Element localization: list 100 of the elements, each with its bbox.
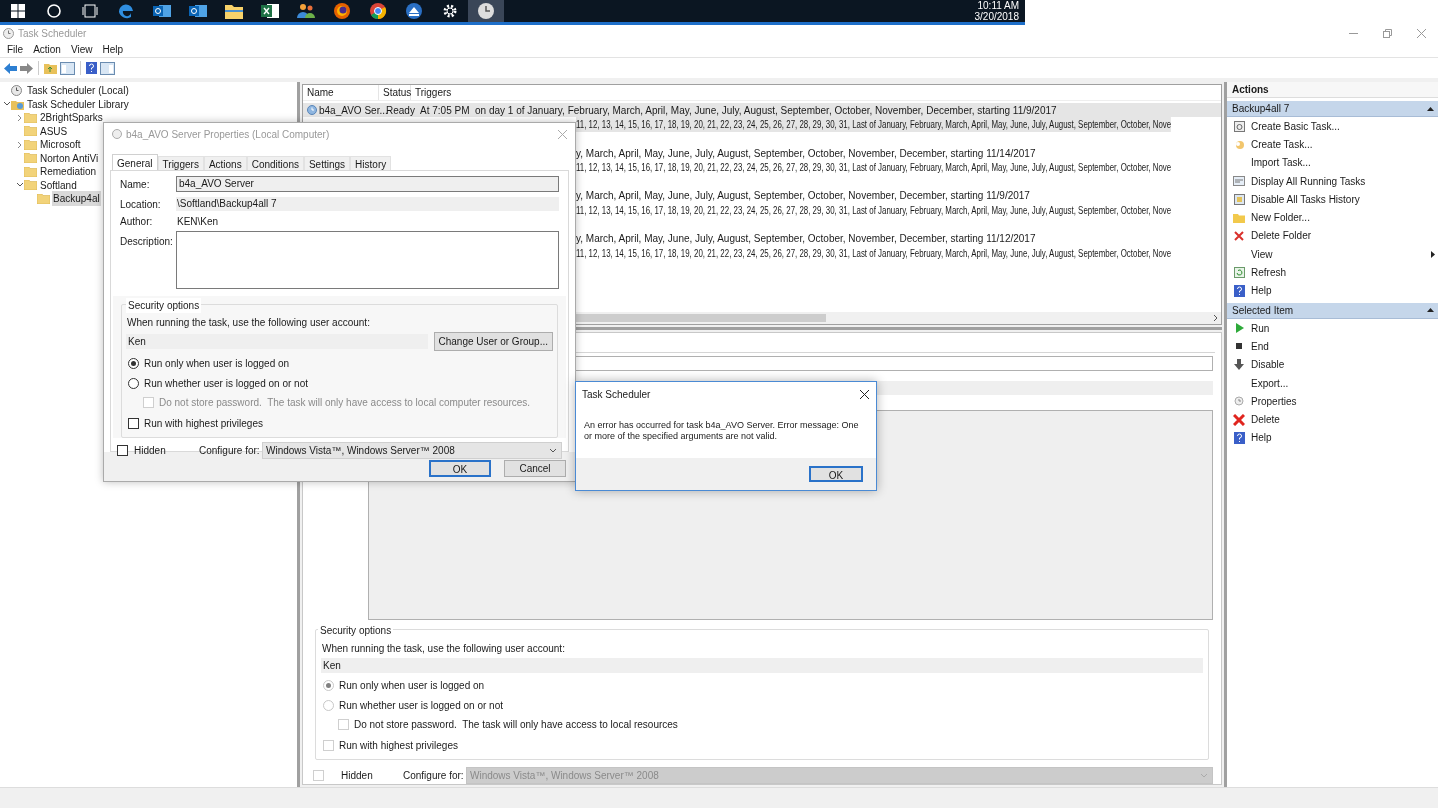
folder-up-icon[interactable] xyxy=(44,62,57,74)
tab[interactable]: Triggers xyxy=(157,156,204,170)
tab[interactable]: General xyxy=(112,154,158,170)
back-arrow-icon[interactable] xyxy=(4,62,17,74)
chevron-down-icon[interactable] xyxy=(15,182,24,189)
chevron-right-icon[interactable] xyxy=(16,113,23,122)
menu-bar-entry[interactable]: Help xyxy=(98,42,127,57)
task-trigger: 11, 12, 13, 14, 15, 16, 17, 18, 19, 20, 21, 22, 23, 24, 25, 26, 27, 28, 29, 30, 31, Last of January, February, March, April, May, June, July, August, September, October, Nove xyxy=(576,246,1172,261)
help-icon xyxy=(1233,284,1245,297)
window-title: Task Scheduler xyxy=(18,27,87,41)
radio-button[interactable] xyxy=(128,358,139,369)
task-command-link[interactable]: Properties xyxy=(1251,393,1297,409)
tab[interactable]: Conditions xyxy=(246,156,304,170)
group-title: Security options xyxy=(126,298,202,313)
checkbox[interactable] xyxy=(117,445,128,456)
scroll-right-icon[interactable] xyxy=(1213,314,1218,323)
account-prompt: When running the task, use the following user account: xyxy=(322,642,566,656)
column-header[interactable]: Status xyxy=(379,85,411,100)
task-command-link[interactable]: Delete xyxy=(1251,412,1280,428)
checkbox[interactable] xyxy=(128,418,139,429)
folder-icon xyxy=(24,139,37,150)
dialog-title: Task Scheduler xyxy=(582,387,651,402)
menu-bar-entry[interactable]: Action xyxy=(29,42,65,57)
task-command-link[interactable]: Display All Running Tasks xyxy=(1251,173,1366,189)
dialog-button[interactable]: OK xyxy=(429,459,491,477)
panel-icon[interactable] xyxy=(60,61,75,75)
scrollbar-thumb[interactable] xyxy=(576,314,826,323)
collapse-icon[interactable] xyxy=(1427,308,1434,313)
task-command-link[interactable]: End xyxy=(1251,338,1269,354)
clock-time: 10:11 AM xyxy=(977,0,1019,11)
author-value: KEN\Ken xyxy=(176,214,219,229)
tree-item[interactable]: ASUS xyxy=(39,123,69,139)
task-trigger: y, March, April, May, June, July, August, September, October, November, December, starting 11/9/2017 xyxy=(576,189,1030,204)
collapse-icon[interactable] xyxy=(1427,106,1434,111)
help-icon[interactable] xyxy=(86,62,97,74)
document-icon xyxy=(1233,193,1245,205)
checkbox-label: Do not store password. The task will only have access to local computer resources. xyxy=(159,396,531,410)
group-title: Security options xyxy=(318,623,394,638)
delete-icon xyxy=(1234,230,1244,241)
tree-item[interactable]: Task Scheduler Library xyxy=(26,96,130,112)
folder-icon xyxy=(1233,212,1245,223)
task-command-link[interactable]: Help xyxy=(1251,430,1272,446)
tree-item[interactable]: Task Scheduler (Local) xyxy=(26,83,130,99)
down-arrow-icon xyxy=(1234,359,1244,371)
task-command-link[interactable]: Delete Folder xyxy=(1251,228,1312,244)
configure-dropdown[interactable]: Windows Vista™, Windows Server™ 2008 xyxy=(262,442,562,459)
clock-date: 3/20/2018 xyxy=(974,11,1019,22)
task-trigger: y, March, April, May, June, July, August, September, October, November, December, starting 11/14/2017 xyxy=(576,146,1036,161)
chevron-right-icon[interactable] xyxy=(16,140,23,149)
task-command-link[interactable]: Import Task... xyxy=(1251,155,1311,171)
menu-bar-entry[interactable]: File xyxy=(3,42,28,57)
field-label: Configure for: xyxy=(403,769,465,783)
description-field[interactable] xyxy=(176,231,559,289)
chevron-down-icon[interactable] xyxy=(2,101,11,108)
column-header[interactable]: Triggers xyxy=(411,85,1221,100)
column-header[interactable]: Name xyxy=(303,85,379,100)
chevron-down-icon xyxy=(549,448,557,453)
task-command-link[interactable]: Help xyxy=(1251,283,1272,299)
change-user-button[interactable]: Change User or Group... xyxy=(433,332,553,351)
radio-button[interactable] xyxy=(128,378,139,389)
task-row[interactable]: b4a_AVO Ser...Ready At 7:05 PM on day 1 of January, February, March, April, May, June, July, August, September, October, November, December, starting 11/9/2017 xyxy=(303,103,1221,118)
task-trigger: 11, 12, 13, 14, 15, 16, 17, 18, 19, 20, 21, 22, 23, 24, 25, 26, 27, 28, 29, 30, 31, Last of January, February, March, April, May, June, July, August, September, October, Nove xyxy=(576,160,1172,175)
tree-item[interactable]: 2BrightSparks xyxy=(39,110,104,126)
task-command-link[interactable]: Disable All Tasks History xyxy=(1251,191,1360,207)
close-icon[interactable] xyxy=(860,389,869,399)
field-label: Configure for: xyxy=(199,444,261,458)
radio-label: Run whether user is logged on or not xyxy=(339,699,503,713)
folder-icon xyxy=(24,180,37,191)
panel-header: Actions xyxy=(1227,82,1438,98)
tree-item[interactable]: Backup4al xyxy=(52,191,101,207)
panel-icon[interactable] xyxy=(100,61,115,75)
task-command-link[interactable]: View xyxy=(1251,246,1273,262)
tree-item[interactable]: Norton AntiVi xyxy=(39,150,100,166)
tab[interactable]: Actions xyxy=(203,156,247,170)
task-command-link[interactable]: Create Task... xyxy=(1251,136,1313,152)
task-command-link[interactable]: Disable xyxy=(1251,357,1285,373)
section-header[interactable]: Selected Item xyxy=(1227,302,1438,319)
radio-label: Run whether user is logged on or not xyxy=(144,377,308,391)
task-command-link[interactable]: Export... xyxy=(1251,375,1289,391)
menu-bar-entry[interactable]: View xyxy=(66,42,97,57)
task-command-link[interactable]: New Folder... xyxy=(1251,210,1310,226)
name-field[interactable]: b4a_AVO Server xyxy=(176,176,559,192)
window-list-icon xyxy=(1233,176,1245,187)
play-icon xyxy=(1234,323,1244,334)
ok-button[interactable]: OK xyxy=(809,466,863,482)
tree-item[interactable]: Softland xyxy=(39,177,78,193)
task-command-link[interactable]: Refresh xyxy=(1251,265,1286,280)
tree-item[interactable]: Microsoft xyxy=(39,137,82,153)
tree-item[interactable]: Remediation xyxy=(39,164,98,180)
forward-arrow-icon[interactable] xyxy=(20,62,33,74)
task-trigger: y, March, April, May, June, July, August, September, October, November, December, starting 11/12/2017 xyxy=(576,232,1036,247)
folder-icon xyxy=(24,112,37,123)
tab[interactable]: History xyxy=(350,156,392,170)
task-command-link[interactable]: Run xyxy=(1251,320,1270,336)
folder-icon xyxy=(24,126,37,137)
section-header[interactable]: Backup4all 7 xyxy=(1227,101,1438,117)
tab[interactable]: Settings xyxy=(303,156,351,170)
task-command-link[interactable]: Create Basic Task... xyxy=(1251,118,1340,134)
checkbox-label: Hidden xyxy=(134,444,167,458)
dialog-button[interactable]: Cancel xyxy=(504,459,566,477)
